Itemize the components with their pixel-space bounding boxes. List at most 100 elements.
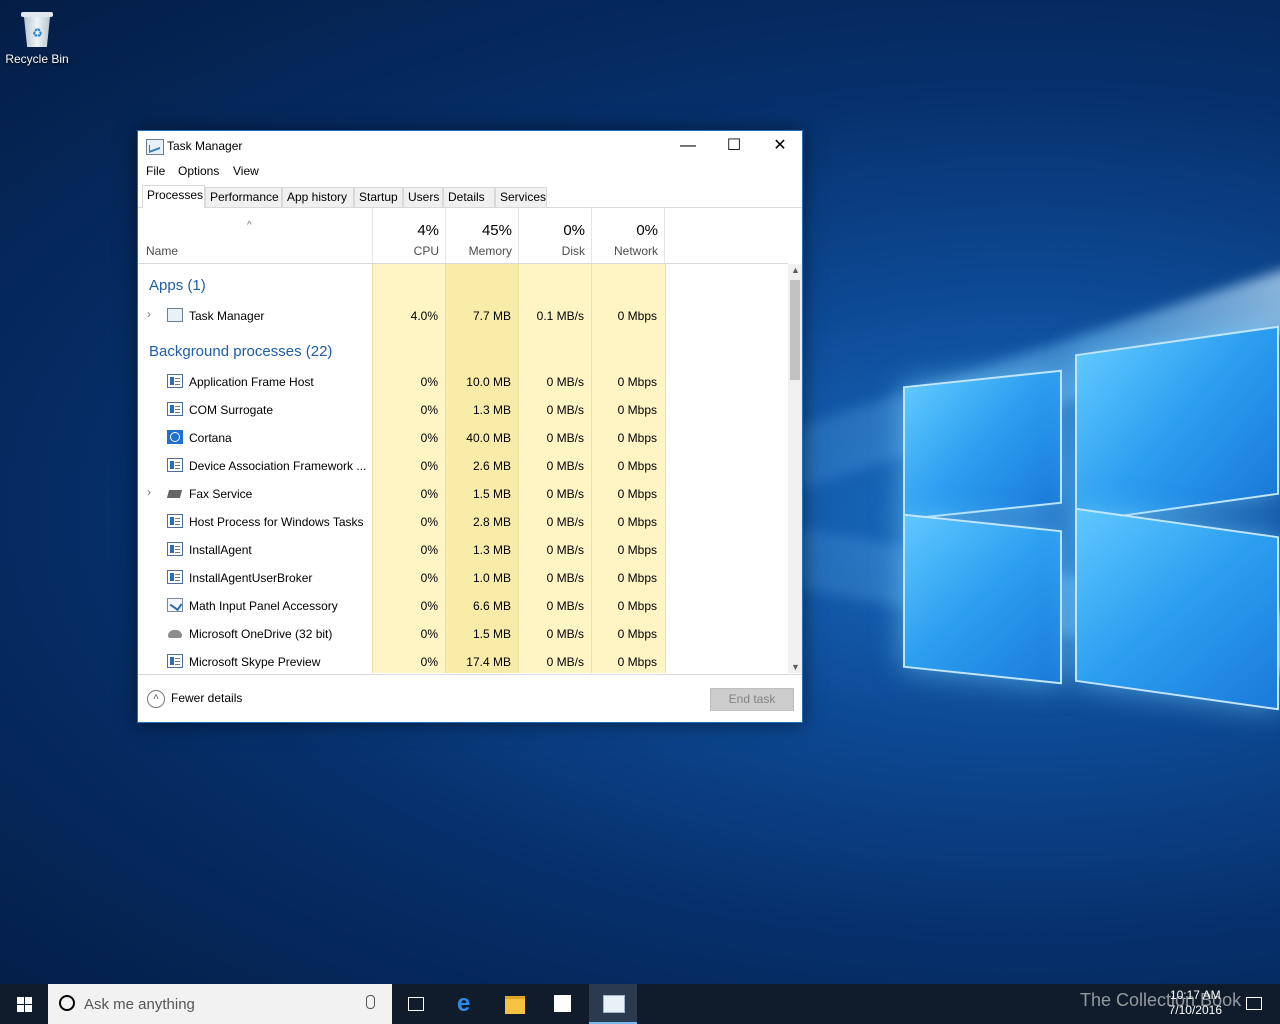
box-icon [167,654,183,668]
process-disk: 0 MB/s [546,459,584,473]
process-network: 0 Mbps [617,543,657,557]
edge-button[interactable]: e [443,984,491,1024]
table-row[interactable]: InstallAgent 0% 1.3 MB 0 MB/s 0 Mbps [138,536,665,564]
menu-file[interactable]: File [146,164,165,178]
tab-bar: Processes Performance App history Startu… [138,185,802,208]
process-memory: 10.0 MB [466,375,511,389]
task-view-button[interactable] [392,984,440,1024]
chevron-right-icon[interactable]: › [147,485,151,499]
close-button[interactable]: ✕ [757,131,803,161]
vertical-scrollbar[interactable]: ▲ ▼ [788,264,802,673]
recycle-bin[interactable]: ♻ Recycle Bin [4,8,70,66]
math-icon [167,598,183,612]
search-box[interactable]: Ask me anything [48,984,392,1024]
tab-services[interactable]: Services [495,187,547,207]
process-network: 0 Mbps [617,571,657,585]
process-memory: 2.8 MB [472,515,511,529]
process-cpu: 0% [420,571,438,585]
process-disk: 0 MB/s [546,487,584,501]
menu-view[interactable]: View [233,164,259,178]
task-manager-window: Task Manager — ☐ ✕ File Options View Pro… [137,130,803,723]
notification-icon[interactable] [1246,997,1262,1010]
table-row[interactable]: COM Surrogate 0% 1.3 MB 0 MB/s 0 Mbps [138,396,665,424]
process-memory: 1.3 MB [472,543,511,557]
box-icon [167,542,183,556]
sort-up-icon: ^ [247,220,252,231]
process-name: InstallAgentUserBroker [189,571,313,585]
process-list: ^ Name 4% CPU 45% Memory 0% Disk 0% Netw… [138,208,802,673]
table-row[interactable]: Math Input Panel Accessory 0% 6.6 MB 0 MB/s… [138,592,665,620]
process-memory: 7.7 MB [472,309,511,323]
process-cpu: 0% [420,627,438,641]
column-memory[interactable]: 45% Memory [445,208,518,263]
scroll-down-icon[interactable]: ▼ [791,662,800,672]
task-manager-taskbar-button[interactable] [589,984,637,1024]
table-row[interactable]: Host Process for Windows Tasks 0% 2.8 MB 0 … [138,508,665,536]
maximize-button[interactable]: ☐ [711,131,757,161]
process-name: Math Input Panel Accessory [189,599,338,613]
process-cpu: 0% [420,459,438,473]
process-disk: 0 MB/s [546,403,584,417]
column-headers: ^ Name 4% CPU 45% Memory 0% Disk 0% Netw… [138,208,788,264]
table-row[interactable]: Cortana 0% 40.0 MB 0 MB/s 0 Mbps [138,424,665,452]
table-row[interactable]: Device Association Framework ... 0% 2.6 MB… [138,452,665,480]
clock[interactable]: 10:17 AM 7/10/2016 [1169,988,1222,1018]
process-disk: 0 MB/s [546,571,584,585]
process-name: Fax Service [189,487,253,501]
cpu-total: 4% [417,222,439,239]
process-cpu: 4.0% [410,309,438,323]
store-button[interactable] [539,984,587,1024]
table-row[interactable]: Application Frame Host 0% 10.0 MB 0 MB/s 0 M… [138,368,665,396]
microphone-icon[interactable] [366,995,375,1009]
table-row[interactable]: Microsoft Skype Preview 0% 17.4 MB 0 MB/s 0 … [138,648,665,673]
end-task-button[interactable]: End task [710,688,794,711]
process-disk: 0 MB/s [546,627,584,641]
column-disk[interactable]: 0% Disk [518,208,591,263]
process-network: 0 Mbps [617,599,657,613]
tab-processes[interactable]: Processes [142,185,205,208]
process-name: Device Association Framework ... [189,459,367,473]
box-icon [167,402,183,416]
process-memory: 1.5 MB [472,627,511,641]
fewer-details-button[interactable]: ˄ Fewer details [147,690,242,708]
edge-icon: e [457,990,471,1017]
tab-users[interactable]: Users [403,187,443,207]
memory-label: Memory [468,244,512,258]
table-row[interactable]: Microsoft OneDrive (32 bit) 0% 1.5 MB 0 MB/… [138,620,665,648]
process-network: 0 Mbps [617,515,657,529]
table-row[interactable]: InstallAgentUserBroker 0% 1.0 MB 0 MB/s 0 Mb… [138,564,665,592]
table-row[interactable]: › Fax Service 0% 1.5 MB 0 MB/s 0 Mbps [138,480,665,508]
network-label: Network [613,244,658,258]
process-disk: 0 MB/s [546,431,584,445]
group-apps: Apps (1) [149,277,206,294]
task-view-icon [408,997,424,1011]
process-network: 0 Mbps [617,627,657,641]
process-cpu: 0% [420,655,438,669]
disk-label: Disk [561,244,585,258]
tab-details[interactable]: Details [443,187,495,207]
menu-options[interactable]: Options [178,164,219,178]
column-network[interactable]: 0% Network [591,208,665,263]
file-explorer-button[interactable] [491,984,539,1024]
title-bar[interactable]: Task Manager — ☐ ✕ [138,131,802,161]
process-memory: 1.0 MB [472,571,511,585]
clock-date: 7/10/2016 [1168,1003,1222,1017]
process-network: 0 Mbps [617,459,657,473]
cloud-icon [167,626,183,640]
tab-performance[interactable]: Performance [205,187,282,207]
scroll-thumb[interactable] [790,280,800,380]
chevron-right-icon[interactable]: › [147,307,151,321]
minimize-button[interactable]: — [665,131,711,161]
table-row[interactable]: › Task Manager 4.0% 7.7 MB 0.1 MB/s 0 Mbps [138,302,665,330]
scroll-up-icon[interactable]: ▲ [791,265,800,275]
process-memory: 6.6 MB [472,599,511,613]
process-memory: 1.5 MB [472,487,511,501]
start-button[interactable] [0,984,48,1024]
tab-app-history[interactable]: App history [282,187,354,207]
cpu-label: CPU [413,244,439,258]
process-network: 0 Mbps [617,487,657,501]
tab-startup[interactable]: Startup [354,187,403,207]
search-placeholder: Ask me anything [84,996,195,1013]
column-cpu[interactable]: 4% CPU [372,208,445,263]
column-name[interactable]: Name [146,244,178,258]
